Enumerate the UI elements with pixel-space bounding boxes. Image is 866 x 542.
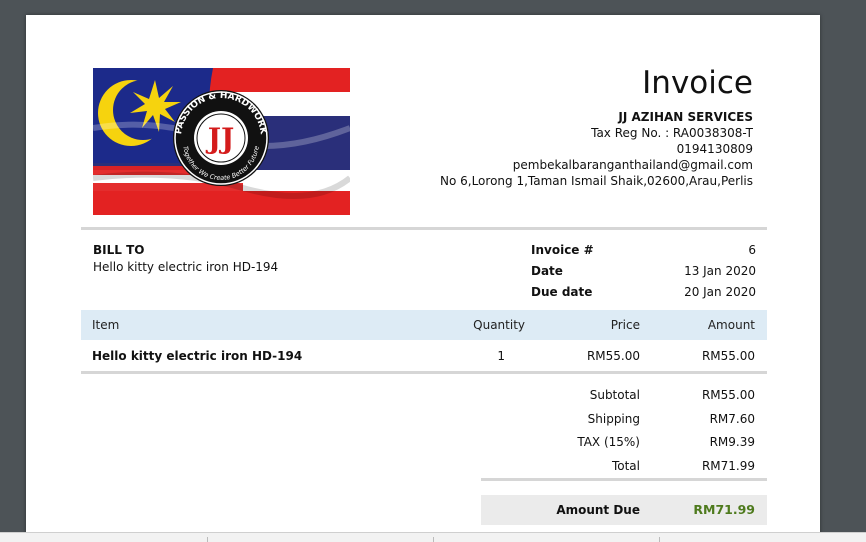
meta-row-due-date: Due date 20 Jan 2020 bbox=[531, 284, 756, 305]
totals-value: RM71.99 bbox=[701, 458, 755, 473]
flag-logo-graphic: PASSION & HARDWORK Together We Create Be… bbox=[93, 68, 350, 215]
totals-block: Subtotal RM55.00 Shipping RM7.60 TAX (15… bbox=[481, 385, 767, 479]
meta-key: Due date bbox=[531, 285, 593, 299]
company-email: pembekalbaranganthailand@gmail.com bbox=[512, 158, 753, 172]
invoice-page: PASSION & HARDWORK Together We Create Be… bbox=[26, 15, 820, 541]
bill-to: BILL TO Hello kitty electric iron HD-194 bbox=[93, 243, 278, 274]
bar-tick bbox=[659, 537, 660, 542]
row-quantity: 1 bbox=[497, 349, 505, 363]
totals-value: RM9.39 bbox=[709, 435, 755, 449]
meta-row-date: Date 13 Jan 2020 bbox=[531, 263, 756, 284]
company-name: JJ AZIHAN SERVICES bbox=[618, 110, 753, 124]
totals-value: RM55.00 bbox=[701, 388, 755, 402]
company-phone: 0194130809 bbox=[676, 142, 753, 156]
company-tax-reg: Tax Reg No. : RA0038308-T bbox=[591, 126, 753, 140]
bill-to-name: Hello kitty electric iron HD-194 bbox=[93, 260, 279, 274]
totals-label: Subtotal bbox=[589, 388, 640, 402]
totals-row-tax: TAX (15%) RM9.39 bbox=[481, 432, 767, 456]
amount-due-value: RM71.99 bbox=[693, 502, 755, 517]
totals-label: Total bbox=[611, 458, 640, 473]
meta-value: 20 Jan 2020 bbox=[684, 285, 756, 299]
company-logo: PASSION & HARDWORK Together We Create Be… bbox=[93, 68, 350, 215]
row-amount: RM55.00 bbox=[701, 349, 755, 363]
company-address: No 6,Lorong 1,Taman Ismail Shaik,02600,A… bbox=[440, 174, 753, 188]
totals-row-total: Total RM71.99 bbox=[481, 456, 767, 480]
company-info: JJ AZIHAN SERVICES Tax Reg No. : RA00383… bbox=[440, 109, 753, 189]
bar-tick bbox=[207, 537, 208, 542]
amount-due-label: Amount Due bbox=[556, 503, 640, 517]
invoice-meta: Invoice # 6 Date 13 Jan 2020 Due date 20… bbox=[531, 242, 756, 305]
totals-divider bbox=[481, 478, 767, 481]
header-divider bbox=[81, 227, 767, 230]
header-quantity: Quantity bbox=[473, 318, 525, 332]
table-divider bbox=[81, 371, 767, 374]
table-row: Hello kitty electric iron HD-194 1 RM55.… bbox=[81, 341, 767, 371]
items-table-header: Item Quantity Price Amount bbox=[81, 310, 767, 340]
bar-tick bbox=[433, 537, 434, 542]
meta-value: 6 bbox=[748, 243, 756, 257]
totals-label: TAX (15%) bbox=[577, 435, 640, 449]
svg-text:JJ: JJ bbox=[205, 122, 235, 155]
totals-row-subtotal: Subtotal RM55.00 bbox=[481, 385, 767, 409]
row-item: Hello kitty electric iron HD-194 bbox=[92, 349, 303, 363]
totals-label: Shipping bbox=[587, 411, 640, 426]
meta-row-invoice-number: Invoice # 6 bbox=[531, 242, 756, 263]
invoice-title: Invoice bbox=[642, 65, 753, 101]
meta-key: Invoice # bbox=[531, 243, 594, 257]
bill-to-label: BILL TO bbox=[93, 243, 145, 257]
totals-row-shipping: Shipping RM7.60 bbox=[481, 409, 767, 433]
meta-value: 13 Jan 2020 bbox=[684, 264, 756, 278]
header-amount: Amount bbox=[707, 318, 755, 332]
header-price: Price bbox=[610, 318, 640, 332]
row-price: RM55.00 bbox=[586, 349, 640, 363]
header-item: Item bbox=[92, 318, 120, 332]
amount-due: Amount Due RM71.99 bbox=[481, 495, 767, 525]
totals-value: RM7.60 bbox=[709, 411, 755, 426]
meta-key: Date bbox=[531, 264, 563, 278]
